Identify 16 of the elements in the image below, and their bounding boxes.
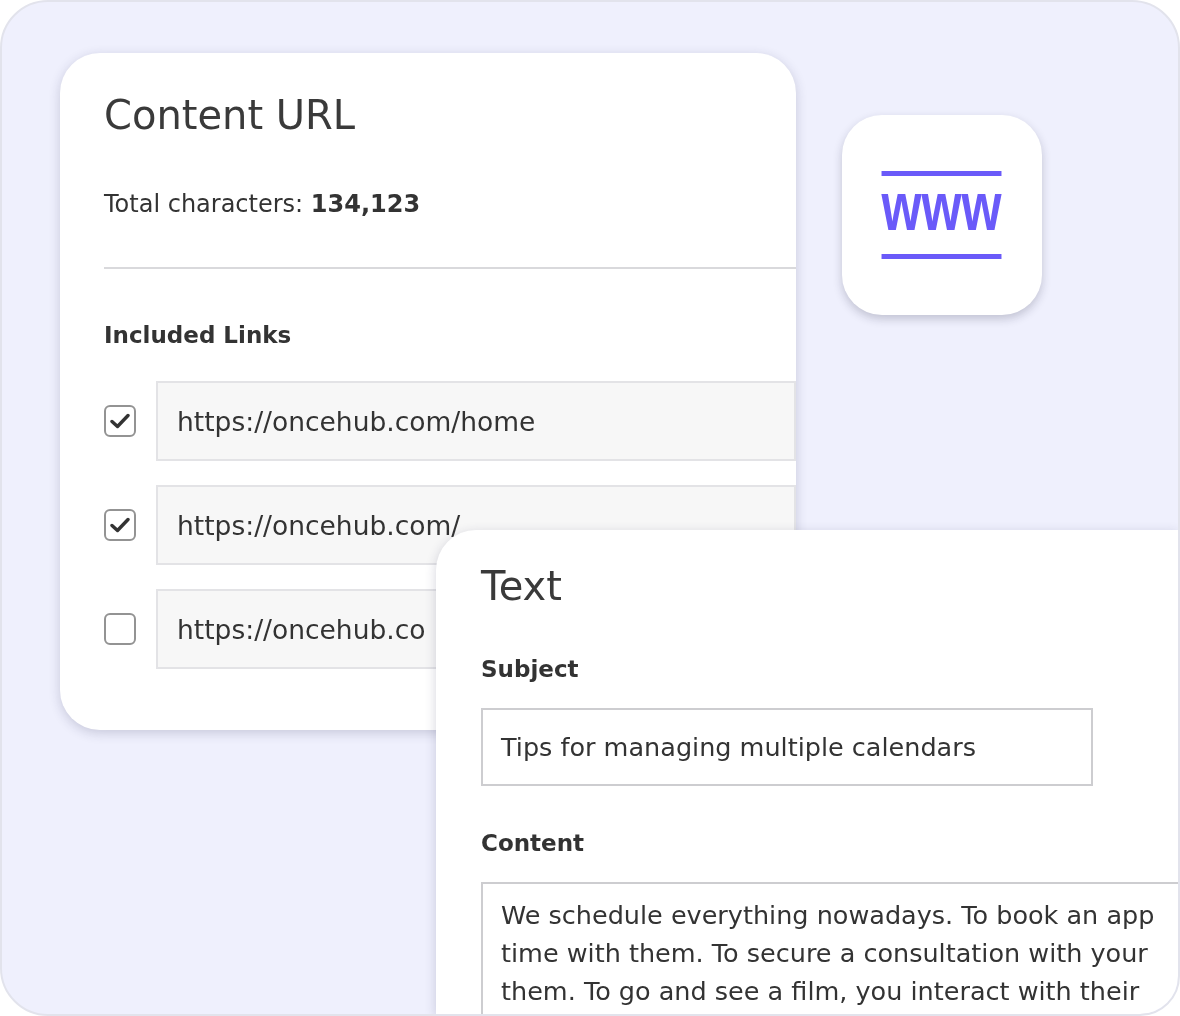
url-field[interactable]: https://oncehub.com/home — [156, 381, 796, 461]
subject-field[interactable]: Tips for managing multiple calendars — [481, 708, 1093, 786]
total-characters-text: Total characters: 134,123 — [104, 189, 422, 220]
field-label: Content — [481, 829, 585, 858]
checkbox[interactable] — [104, 405, 136, 437]
checkbox[interactable] — [104, 613, 136, 645]
field-label: Subject — [481, 655, 579, 684]
url-field[interactable]: https://oncehub.co — [156, 589, 438, 669]
checkmark-icon — [110, 413, 130, 429]
section-heading: Included Links — [104, 321, 293, 350]
checkmark-icon — [110, 517, 130, 533]
card-title: Text — [481, 562, 562, 610]
card-title: Content URL — [104, 91, 357, 139]
checkbox[interactable] — [104, 509, 136, 541]
content-field[interactable]: We schedule everything nowadays. To book an app time with them. To secure a consultation with your them. To go and see a film, you interact with their — [481, 882, 1178, 1014]
www-logo: www — [882, 171, 1002, 259]
